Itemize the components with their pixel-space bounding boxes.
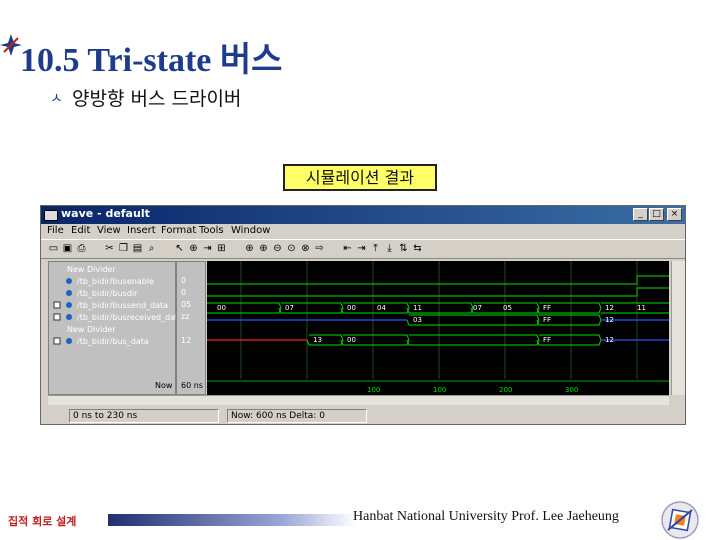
signal-value: zz <box>181 312 190 321</box>
wave-label: 00 <box>347 336 356 344</box>
status-range: 0 ns to 230 ns <box>69 409 219 423</box>
wave-window: wave - default _ □ × File Edit View Inse… <box>40 205 686 425</box>
footer-bar <box>108 514 356 526</box>
paste-icon[interactable]: ▤ <box>131 242 144 255</box>
app-icon <box>44 210 58 221</box>
wave-label: 11 <box>637 304 646 312</box>
compass-icon <box>0 34 22 56</box>
wave-label: FF <box>543 336 551 344</box>
wave-label: FF <box>543 304 551 312</box>
zoom-in-full-icon[interactable]: ⊕ <box>257 242 270 255</box>
signal-name: /tb_bidir/bus_data <box>77 337 149 346</box>
wave-label: 12 <box>605 316 614 324</box>
vertical-scrollbar[interactable] <box>671 261 685 395</box>
zoom-area-icon[interactable]: ⊗ <box>299 242 312 255</box>
signal-row[interactable]: New Divider <box>49 264 175 275</box>
zoom-out-icon[interactable]: ⊖ <box>271 242 284 255</box>
window-titlebar[interactable]: wave - default _ □ × <box>41 206 685 224</box>
signal-value: 0 <box>181 288 187 297</box>
prev-edge-icon[interactable]: ⇤ <box>341 242 354 255</box>
wave-label: 13 <box>313 336 322 344</box>
slide-subtitle: 양방향 버스 드라이버 <box>72 88 242 110</box>
close-button[interactable]: × <box>667 208 682 221</box>
signal-name: /tb_bidir/busenable <box>77 277 154 286</box>
save-icon[interactable]: ▣ <box>61 242 74 255</box>
menu-format[interactable]: Format <box>161 225 196 236</box>
edge-any-icon[interactable]: ⇅ <box>397 242 410 255</box>
time-tick: 200 <box>499 386 512 394</box>
signal-value-panel: 0 0 05 zz 12 60 ns <box>176 261 206 395</box>
slide-title-row: 10.5 Tri-state 버스 <box>0 12 420 79</box>
signal-name: /tb_bidir/bussend_data <box>77 301 169 310</box>
next-edge-icon[interactable]: ⇥ <box>355 242 368 255</box>
signal-value: 12 <box>181 336 192 345</box>
bullet-marker: ㅅ <box>50 91 63 107</box>
window-title: wave - default <box>61 207 150 220</box>
zoom-in-icon[interactable]: ⊕ <box>243 242 256 255</box>
time-tick: 100 <box>433 386 446 394</box>
menu-bar: File Edit View Insert Format Tools Windo… <box>41 224 685 239</box>
edge-up-icon[interactable]: ⤒ <box>369 242 382 255</box>
menu-file[interactable]: File <box>47 225 64 236</box>
menu-edit[interactable]: Edit <box>71 225 90 236</box>
wave-label: 00 <box>217 304 226 312</box>
menu-tools[interactable]: Tools <box>199 225 224 236</box>
time-tick: 100 <box>367 386 380 394</box>
simulation-caption: 시뮬레이션 결과 <box>283 164 437 191</box>
menu-window[interactable]: Window <box>231 225 270 236</box>
horizontal-scrollbar[interactable] <box>48 395 669 405</box>
wave-label: FF <box>543 316 551 324</box>
wave-label: 03 <box>413 316 422 324</box>
insert-cursor-icon[interactable]: ⊞ <box>215 242 228 255</box>
signal-value: 05 <box>181 300 192 309</box>
wave-label: 05 <box>503 304 512 312</box>
university-logo-icon <box>661 501 699 539</box>
wave-label: 11 <box>413 304 422 312</box>
time-tick: 300 <box>565 386 578 394</box>
wave-label: 12 <box>605 336 614 344</box>
wave-label: 12 <box>605 304 614 312</box>
slide-title: 10.5 Tri-state 버스 <box>20 42 283 79</box>
footer-course: 집적 회로 설계 <box>8 515 77 528</box>
menu-view[interactable]: View <box>97 225 121 236</box>
cursor-lock-icon[interactable]: ⇆ <box>411 242 424 255</box>
signal-name: New Divider <box>67 265 116 274</box>
wave-label: 04 <box>377 304 386 312</box>
toolbar: ▭ ▣ ⎙ ✂ ❐ ▤ ⌕ ↖ ⊕ ⇥ ⊞ ⊕ ⊕ ⊖ ⊙ ⊗ ⇨ ⇤ ⇥ ⤒ … <box>41 239 685 259</box>
print-icon[interactable]: ⎙ <box>75 242 88 255</box>
menu-insert[interactable]: Insert <box>127 225 156 236</box>
cursor-label: Now <box>155 381 173 390</box>
maximize-button[interactable]: □ <box>649 208 664 221</box>
zoom-mode-icon[interactable]: ⊕ <box>187 242 200 255</box>
find-icon[interactable]: ⌕ <box>145 242 158 255</box>
signal-value: 0 <box>181 276 187 285</box>
status-bar: 0 ns to 230 ns Now: 600 ns Delta: 0 <box>41 408 685 424</box>
cut-icon[interactable]: ✂ <box>103 242 116 255</box>
footer-credit: Hanbat National University Prof. Lee Jae… <box>353 509 619 524</box>
signal-icons <box>53 278 72 345</box>
wave-label: 07 <box>285 304 294 312</box>
edge-down-icon[interactable]: ⤓ <box>383 242 396 255</box>
open-icon[interactable]: ▭ <box>47 242 60 255</box>
status-now: Now: 600 ns Delta: 0 <box>227 409 367 423</box>
insert-divider-icon[interactable]: ⇥ <box>201 242 214 255</box>
cursor-label-row: Now <box>89 380 175 391</box>
waveform-area[interactable]: 00 07 00 04 11 07 05 FF 12 11 03 FF 12 1… <box>207 261 669 395</box>
cursor-value: 60 ns <box>181 381 203 390</box>
wave-label: 07 <box>473 304 482 312</box>
copy-icon[interactable]: ❐ <box>117 242 130 255</box>
minimize-button[interactable]: _ <box>633 208 648 221</box>
signal-name-panel: New Divider /tb_bidir/busenable /tb_bidi… <box>48 261 183 395</box>
signal-name: /tb_bidir/busreceived_data <box>77 313 184 322</box>
wave-label: 00 <box>347 304 356 312</box>
find-edge-icon[interactable]: ⇨ <box>313 242 326 255</box>
signal-name: /tb_bidir/busdir <box>77 289 138 298</box>
zoom-full-icon[interactable]: ⊙ <box>285 242 298 255</box>
select-icon[interactable]: ↖ <box>173 242 186 255</box>
